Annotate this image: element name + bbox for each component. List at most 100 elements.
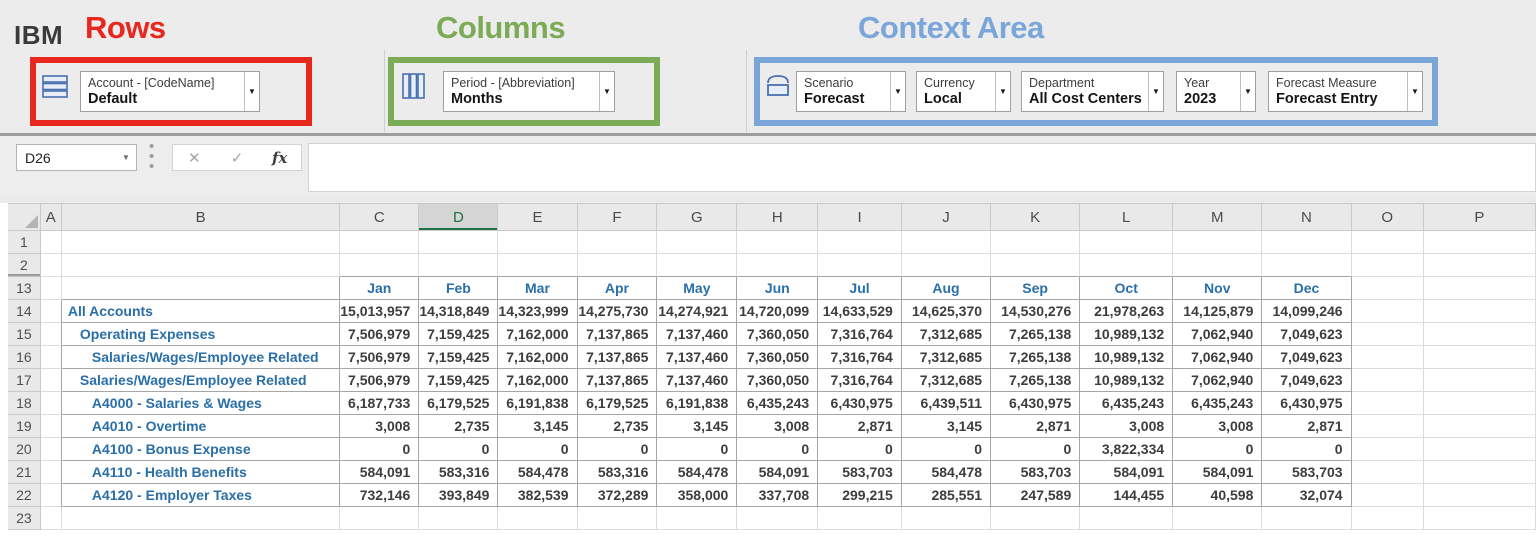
- cell-P13[interactable]: [1423, 277, 1536, 300]
- cell-K14[interactable]: 14,530,276: [991, 300, 1081, 323]
- cell-A1[interactable]: [40, 231, 62, 254]
- cell-I17[interactable]: 7,316,764: [818, 369, 902, 392]
- cell-F1[interactable]: [577, 231, 658, 254]
- chevron-down-icon[interactable]: ▼: [1148, 72, 1163, 111]
- cell-G18[interactable]: 6,191,838: [657, 392, 738, 415]
- cell-P16[interactable]: [1423, 346, 1536, 369]
- column-header-H[interactable]: H: [737, 203, 819, 231]
- row-header-20[interactable]: 20: [8, 438, 41, 461]
- cell-E2[interactable]: [498, 254, 578, 277]
- cell-L22[interactable]: 144,455: [1080, 484, 1174, 507]
- cell-B22[interactable]: A4120 - Employer Taxes: [61, 484, 341, 507]
- cell-I13[interactable]: Jul: [818, 277, 902, 300]
- currency-dropdown[interactable]: Currency Local ▼: [916, 71, 1011, 112]
- cell-P19[interactable]: [1423, 415, 1536, 438]
- cell-C20[interactable]: 0: [340, 438, 420, 461]
- cell-K1[interactable]: [991, 231, 1081, 254]
- cell-H20[interactable]: 0: [737, 438, 819, 461]
- cell-M14[interactable]: 14,125,879: [1173, 300, 1263, 323]
- cell-B13[interactable]: [61, 277, 341, 300]
- cell-E21[interactable]: 584,478: [498, 461, 578, 484]
- chevron-down-icon[interactable]: ▼: [890, 72, 905, 111]
- cell-N19[interactable]: 2,871: [1262, 415, 1352, 438]
- cell-J18[interactable]: 6,439,511: [901, 392, 992, 415]
- cell-N20[interactable]: 0: [1262, 438, 1352, 461]
- cell-B21[interactable]: A4110 - Health Benefits: [61, 461, 341, 484]
- cell-I23[interactable]: [818, 507, 902, 530]
- cell-M17[interactable]: 7,062,940: [1173, 369, 1263, 392]
- cell-O20[interactable]: [1351, 438, 1424, 461]
- cell-G16[interactable]: 7,137,460: [657, 346, 738, 369]
- cell-O13[interactable]: [1351, 277, 1424, 300]
- cell-F22[interactable]: 372,289: [577, 484, 658, 507]
- cell-H17[interactable]: 7,360,050: [737, 369, 819, 392]
- cell-E23[interactable]: [498, 507, 578, 530]
- cell-P15[interactable]: [1423, 323, 1536, 346]
- column-header-F[interactable]: F: [577, 203, 658, 231]
- cell-M20[interactable]: 0: [1173, 438, 1263, 461]
- cell-L23[interactable]: [1080, 507, 1174, 530]
- cell-J19[interactable]: 3,145: [901, 415, 992, 438]
- cell-O19[interactable]: [1351, 415, 1424, 438]
- cell-B16[interactable]: Salaries/Wages/Employee Related: [61, 346, 341, 369]
- cell-J23[interactable]: [901, 507, 992, 530]
- cell-N13[interactable]: Dec: [1262, 277, 1352, 300]
- cell-G15[interactable]: 7,137,460: [657, 323, 738, 346]
- cell-C2[interactable]: [340, 254, 420, 277]
- chevron-down-icon[interactable]: ▼: [995, 72, 1010, 111]
- cell-K2[interactable]: [991, 254, 1081, 277]
- cell-H16[interactable]: 7,360,050: [737, 346, 819, 369]
- cell-M18[interactable]: 6,435,243: [1173, 392, 1263, 415]
- cell-L2[interactable]: [1080, 254, 1174, 277]
- formula-bar-grip-icon[interactable]: • • •: [149, 139, 154, 174]
- column-header-B[interactable]: B: [61, 203, 341, 231]
- chevron-down-icon[interactable]: ▼: [599, 72, 614, 111]
- cell-E13[interactable]: Mar: [498, 277, 578, 300]
- cell-I2[interactable]: [818, 254, 902, 277]
- cell-P21[interactable]: [1423, 461, 1536, 484]
- cell-B20[interactable]: A4100 - Bonus Expense: [61, 438, 341, 461]
- cell-B15[interactable]: Operating Expenses: [61, 323, 341, 346]
- enter-icon[interactable]: ✓: [222, 149, 252, 167]
- cell-M21[interactable]: 584,091: [1173, 461, 1263, 484]
- cell-C21[interactable]: 584,091: [340, 461, 420, 484]
- cell-N23[interactable]: [1262, 507, 1352, 530]
- cell-J2[interactable]: [901, 254, 992, 277]
- cell-A16[interactable]: [40, 346, 62, 369]
- cell-P2[interactable]: [1423, 254, 1536, 277]
- cell-K19[interactable]: 2,871: [991, 415, 1081, 438]
- chevron-down-icon[interactable]: ▼: [1407, 72, 1422, 111]
- cell-G13[interactable]: May: [657, 277, 738, 300]
- cell-B19[interactable]: A4010 - Overtime: [61, 415, 341, 438]
- column-header-M[interactable]: M: [1173, 203, 1263, 231]
- cell-I21[interactable]: 583,703: [818, 461, 902, 484]
- column-header-G[interactable]: G: [657, 203, 738, 231]
- row-header-2[interactable]: 2: [8, 254, 41, 277]
- cell-E18[interactable]: 6,191,838: [498, 392, 578, 415]
- column-header-A[interactable]: A: [40, 203, 62, 231]
- cell-A20[interactable]: [40, 438, 62, 461]
- cell-D23[interactable]: [419, 507, 499, 530]
- chevron-down-icon[interactable]: ▼: [116, 153, 136, 162]
- column-header-D[interactable]: D: [419, 203, 499, 231]
- cell-O1[interactable]: [1351, 231, 1424, 254]
- cell-J21[interactable]: 584,478: [901, 461, 992, 484]
- cell-D19[interactable]: 2,735: [419, 415, 499, 438]
- cell-K16[interactable]: 7,265,138: [991, 346, 1081, 369]
- cell-I19[interactable]: 2,871: [818, 415, 902, 438]
- cell-M2[interactable]: [1173, 254, 1263, 277]
- column-header-J[interactable]: J: [901, 203, 992, 231]
- cell-O22[interactable]: [1351, 484, 1424, 507]
- cell-G17[interactable]: 7,137,460: [657, 369, 738, 392]
- row-header-21[interactable]: 21: [8, 461, 41, 484]
- cell-F18[interactable]: 6,179,525: [577, 392, 658, 415]
- cell-I16[interactable]: 7,316,764: [818, 346, 902, 369]
- cell-N17[interactable]: 7,049,623: [1262, 369, 1352, 392]
- cell-J17[interactable]: 7,312,685: [901, 369, 992, 392]
- row-header-19[interactable]: 19: [8, 415, 41, 438]
- chevron-down-icon[interactable]: ▼: [1240, 72, 1255, 111]
- cell-L14[interactable]: 21,978,263: [1080, 300, 1174, 323]
- cell-P22[interactable]: [1423, 484, 1536, 507]
- cell-P17[interactable]: [1423, 369, 1536, 392]
- cell-O15[interactable]: [1351, 323, 1424, 346]
